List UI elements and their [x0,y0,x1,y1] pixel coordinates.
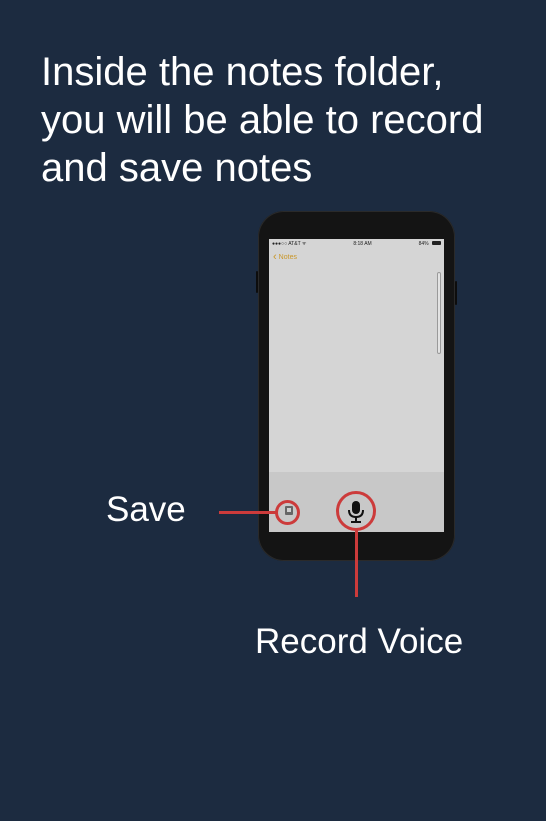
save-pointer-line [219,511,276,514]
volume-button [256,271,258,293]
status-carrier: ●●●○○ AT&T ᯤ [272,240,307,247]
phone-screen: ●●●○○ AT&T ᯤ 8:18 AM 84% ‹ Notes [269,239,444,532]
back-to-notes-link[interactable]: Notes [279,254,297,261]
chevron-left-icon[interactable]: ‹ [273,251,277,263]
record-voice-label: Record Voice [255,622,464,661]
save-highlight-circle [275,500,300,525]
headline-line-3: and save notes [41,146,313,190]
status-time: 8:18 AM [353,240,372,247]
status-battery: 84% [418,240,429,247]
status-bar: ●●●○○ AT&T ᯤ 8:18 AM 84% [269,239,444,248]
headline: Inside the notes folder, you will be abl… [41,48,531,192]
headline-line-1: Inside the notes folder, [41,50,444,94]
scrollbar[interactable] [437,272,441,354]
battery-icon [431,241,441,246]
note-editor-area[interactable] [269,266,444,472]
headline-line-2: you will be able to record [41,98,484,142]
tutorial-slide: Inside the notes folder, you will be abl… [0,0,546,821]
record-pointer-line [355,530,358,597]
save-label: Save [106,490,186,529]
record-highlight-circle [336,491,376,531]
status-battery-group: 84% [419,241,441,247]
power-button [455,281,457,305]
notes-nav-bar: ‹ Notes [269,248,444,266]
